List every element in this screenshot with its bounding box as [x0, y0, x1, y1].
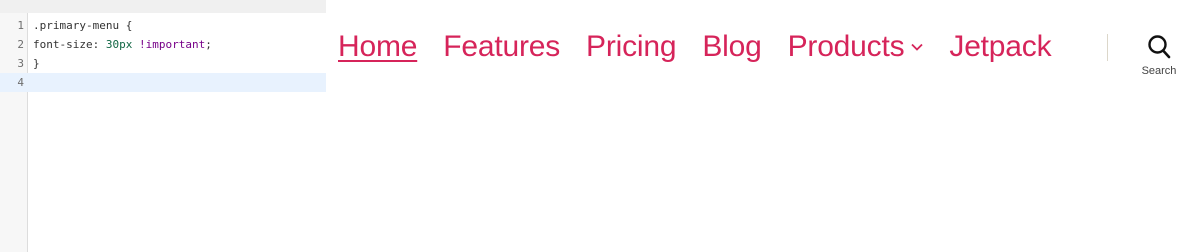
- code-token: font-size:: [33, 38, 106, 51]
- code-token: !important: [138, 38, 206, 51]
- menu-item-label: Home: [338, 30, 418, 63]
- line-code: }: [33, 54, 40, 73]
- css-editor[interactable]: 1 .primary-menu { 2 font-size: 30px !import…: [0, 0, 326, 252]
- site-preview: Home Features Pricing Blog Products Jetpack S…: [326, 0, 1199, 252]
- search-toggle-button[interactable]: Search: [1133, 34, 1185, 84]
- line-number: 3: [17, 57, 24, 70]
- menu-item-label: Jetpack: [949, 30, 1052, 63]
- primary-menu: Home Features Pricing Blog Products Jetpack: [338, 27, 1077, 67]
- menu-item-label: Features: [443, 30, 561, 63]
- menu-item-label: Blog: [702, 30, 762, 63]
- code-token: }: [33, 57, 40, 70]
- menu-item-blog[interactable]: Blog: [702, 30, 761, 64]
- code-line[interactable]: 1 .primary-menu {: [0, 16, 326, 35]
- line-code: font-size: 30px !important;: [33, 35, 212, 54]
- code-line[interactable]: 2 font-size: 30px !important;: [0, 35, 326, 54]
- line-number: 4: [17, 76, 24, 89]
- header-separator: [1107, 34, 1108, 61]
- chevron-down-icon[interactable]: [911, 43, 924, 51]
- menu-item-home[interactable]: Home: [338, 30, 417, 64]
- menu-item-label: Pricing: [586, 30, 677, 63]
- code-token: .primary-menu {: [33, 19, 133, 32]
- menu-item-pricing[interactable]: Pricing: [586, 30, 677, 64]
- menu-item-features[interactable]: Features: [443, 30, 560, 64]
- code-area[interactable]: 1 .primary-menu { 2 font-size: 30px !import…: [0, 16, 326, 92]
- line-number: 2: [17, 38, 24, 51]
- line-number: 1: [17, 19, 24, 32]
- code-token: ;: [205, 38, 212, 51]
- line-code: .primary-menu {: [33, 16, 132, 35]
- code-token: 30px: [105, 38, 133, 51]
- menu-item-products[interactable]: Products: [788, 30, 924, 64]
- code-line[interactable]: 4: [0, 73, 326, 92]
- menu-item-label: Products: [787, 30, 905, 63]
- code-line[interactable]: 3}: [0, 54, 326, 73]
- editor-top-bar: [0, 0, 326, 13]
- search-label: Search: [1141, 65, 1177, 77]
- menu-item-jetpack[interactable]: Jetpack: [949, 30, 1051, 64]
- search-icon: [1148, 35, 1171, 59]
